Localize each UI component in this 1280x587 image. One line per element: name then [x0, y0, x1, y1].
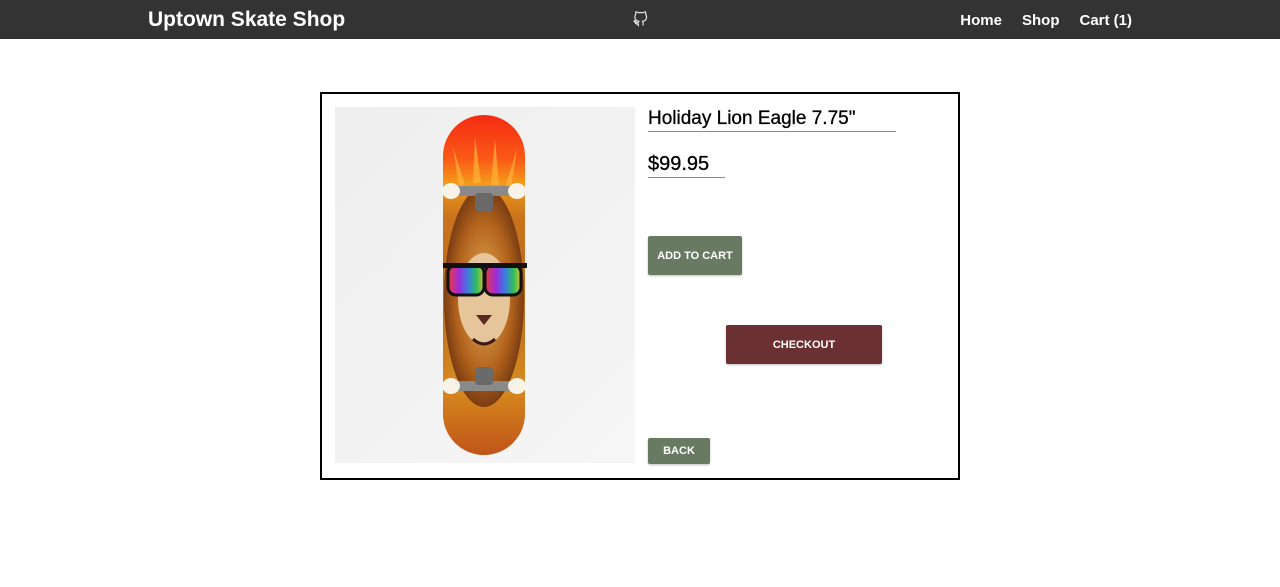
nav-shop-link[interactable]: Shop — [1022, 11, 1060, 31]
nav-cart-link[interactable]: Cart (1) — [1079, 11, 1132, 31]
add-to-cart-button[interactable]: ADD TO CART — [648, 236, 742, 275]
back-button[interactable]: BACK — [648, 438, 710, 464]
product-price: $99.95 — [648, 151, 725, 178]
nav-home-link[interactable]: Home — [960, 11, 1002, 31]
product-title: Holiday Lion Eagle 7.75" — [648, 107, 896, 132]
top-navbar: Uptown Skate Shop Home Shop Cart (1) — [0, 0, 1280, 39]
product-card: Holiday Lion Eagle 7.75" $99.95 ADD TO C… — [320, 92, 960, 480]
brand-logo-link[interactable]: Uptown Skate Shop — [148, 6, 345, 34]
product-image — [335, 107, 635, 463]
skateboard-image-svg — [442, 115, 527, 455]
nav-links: Home Shop Cart (1) — [960, 11, 1132, 31]
github-icon[interactable] — [632, 11, 649, 28]
checkout-button[interactable]: CHECKOUT — [726, 325, 882, 364]
